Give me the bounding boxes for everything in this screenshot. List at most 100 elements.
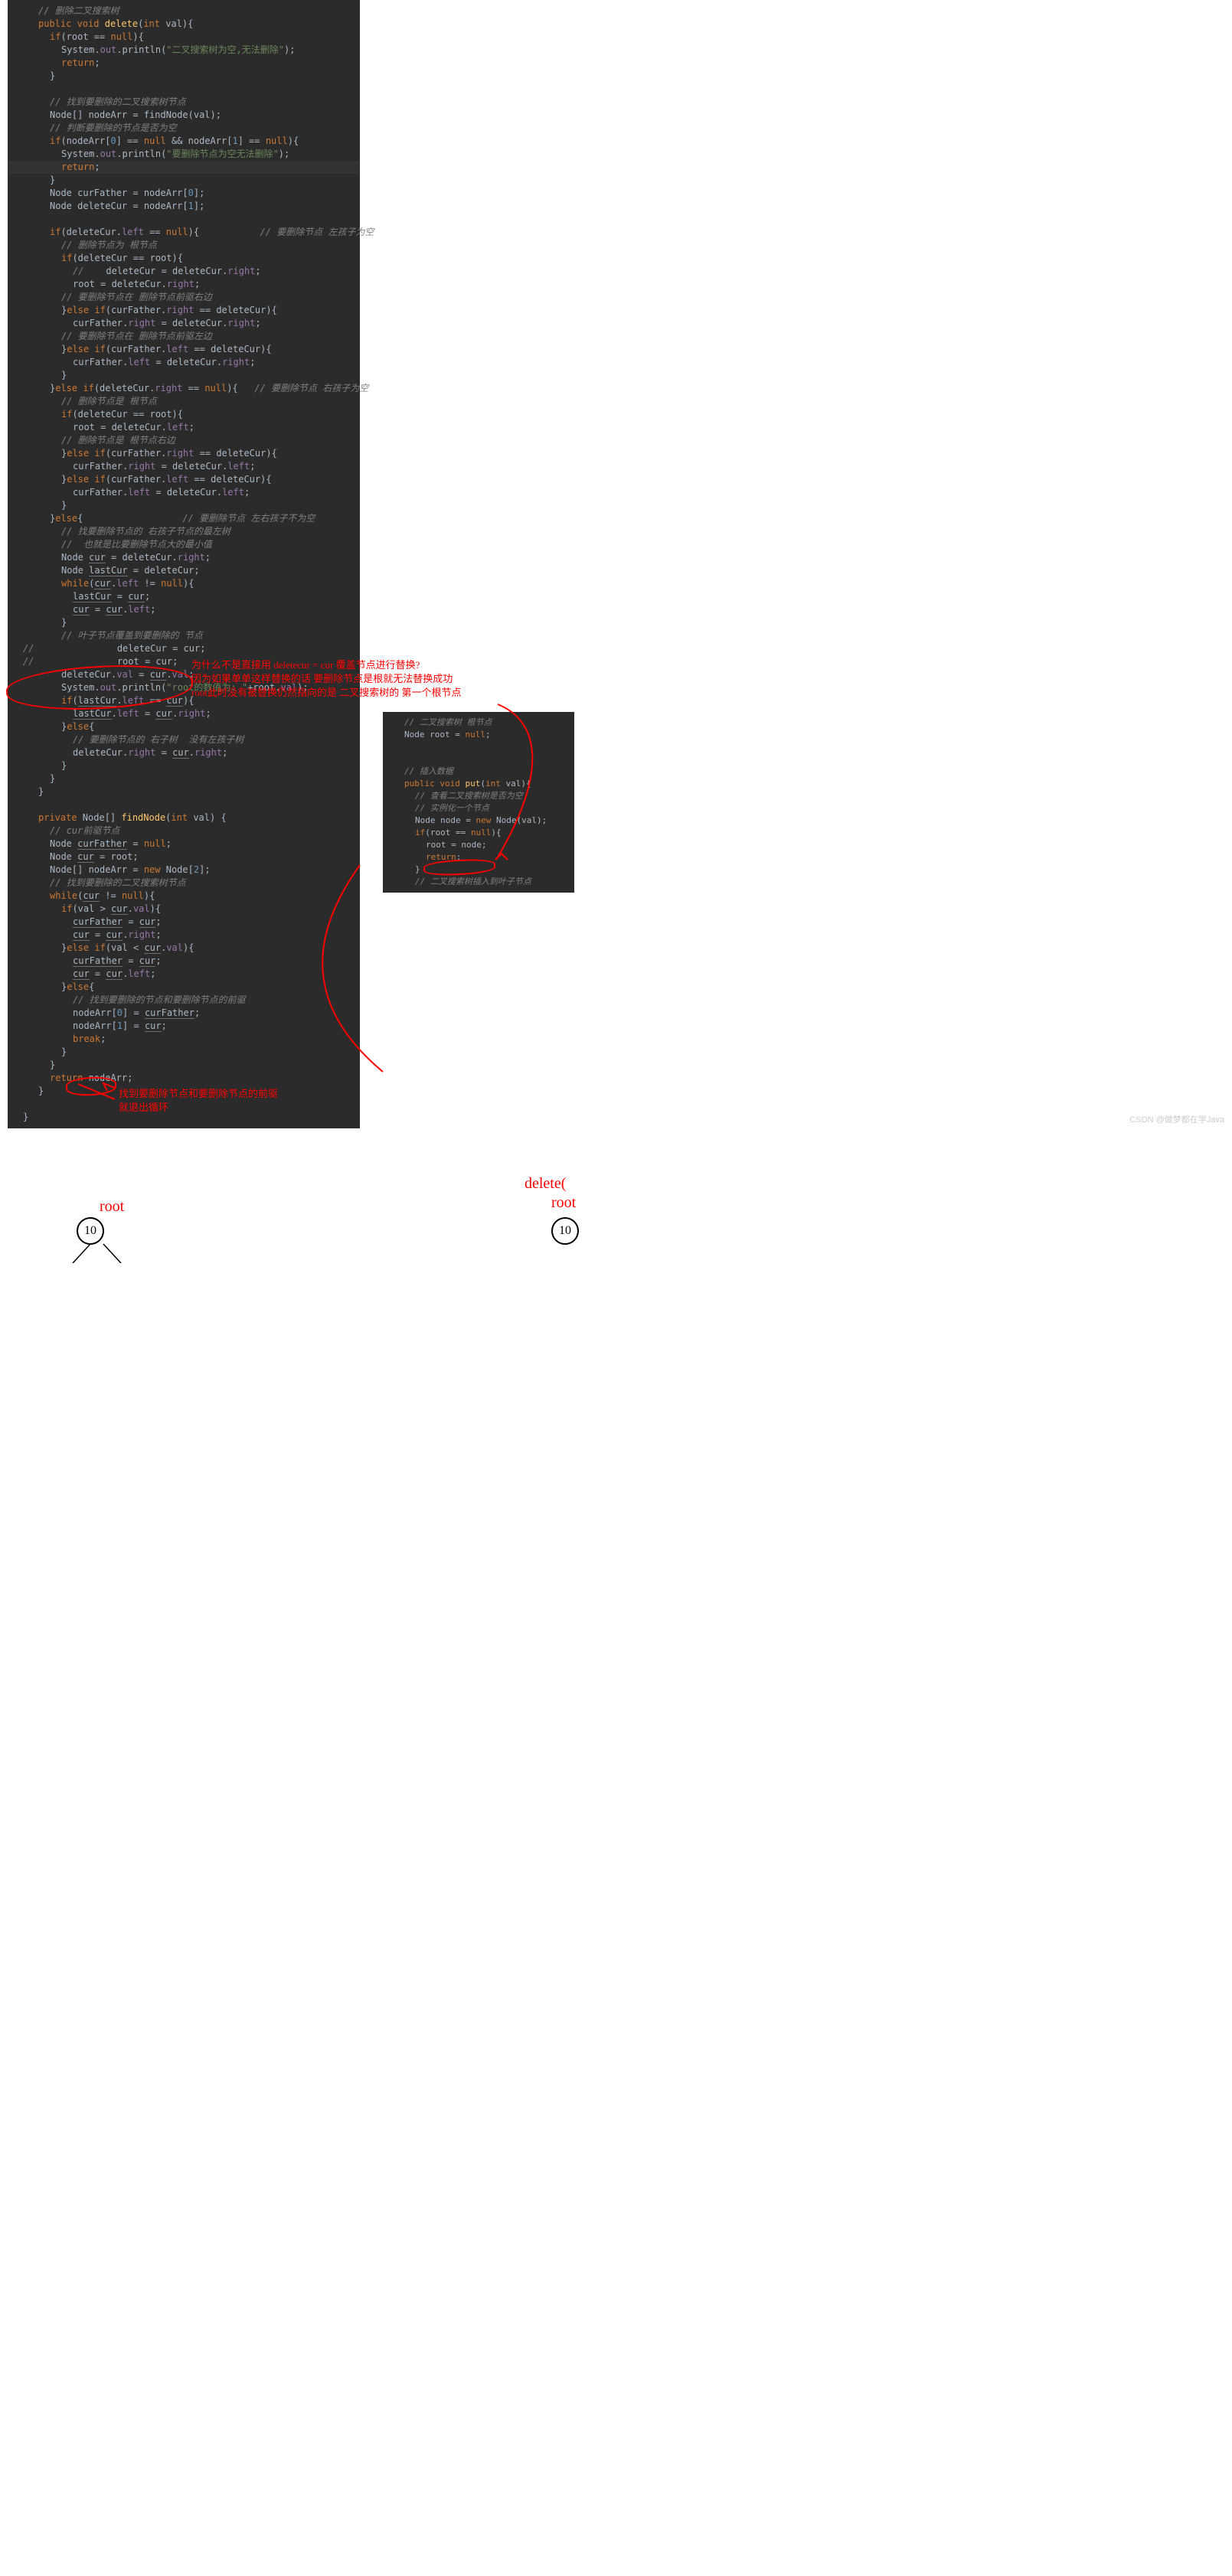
root-label: root (100, 1198, 124, 1216)
code-line: while(cur != null){ (8, 890, 360, 903)
code-line: // 删除节点是 根节点 (8, 395, 360, 408)
code-line: // 插入数据 (383, 766, 574, 778)
code-line: } (8, 785, 360, 798)
code-line: curFather = cur; (8, 916, 360, 929)
code-line: // 删除节点是 根节点右边 (8, 434, 360, 447)
code-line: // 叶子节点覆盖到要删除的 节点 (8, 629, 360, 642)
code-line: return; (383, 851, 574, 864)
code-line: curFather.right = deleteCur.right; (8, 317, 360, 330)
code-line: root = deleteCur.right; (8, 278, 360, 291)
code-line (8, 798, 360, 811)
code-line: // 删除节点为 根节点 (8, 239, 360, 252)
code-line: } (8, 174, 360, 187)
code-line: if(deleteCur.left == null){ // 要删除节点 左孩子… (8, 226, 360, 239)
code-line: cur = cur.left; (8, 968, 360, 981)
code-line: Node[] nodeArr = new Node[2]; (8, 864, 360, 877)
code-line: // cur前驱节点 (8, 824, 360, 837)
code-line: // 二叉搜索树插入到叶子节点 (383, 876, 574, 888)
code-line: } (8, 1046, 360, 1059)
code-line: cur = cur.right; (8, 929, 360, 942)
code-line: deleteCur.right = cur.right; (8, 746, 360, 759)
code-line: // 找到要删除的二叉搜索树节点 (8, 96, 360, 109)
code-line: // 找到要删除的二叉搜索树节点 (8, 877, 360, 890)
code-line: } (8, 70, 360, 83)
code-line: }else if(curFather.right == deleteCur){ (8, 447, 360, 460)
code-line: public void put(int val){ (383, 778, 574, 790)
annotation-line: 就退出循环 (119, 1101, 379, 1115)
code-line: } (8, 1059, 360, 1072)
code-line: } (8, 772, 360, 785)
annotation-line: root此时没有被替换仍然指向的是 二叉搜索树的 第一个根节点 (191, 686, 559, 700)
code-line: System.out.println("二叉搜索树为空,无法删除"); (8, 44, 360, 57)
code-line: curFather.left = deleteCur.right; (8, 356, 360, 369)
code-line: } (8, 759, 360, 772)
code-line: public void delete(int val){ (8, 18, 360, 31)
code-line: }else{ (8, 981, 360, 994)
code-line: root = deleteCur.left; (8, 421, 360, 434)
delete-label: delete( (524, 1175, 566, 1193)
watermark: CSDN @做梦都在学Java (1129, 1113, 1224, 1125)
code-line: }else{ (8, 720, 360, 733)
code-line (383, 753, 574, 766)
code-line: }else{ // 要删除节点 左右孩子不为空 (8, 512, 360, 525)
tree-node: 10 (551, 1217, 579, 1245)
annotation-line: 因为如果单单这样替换的话 要删除节点是根就无法替换成功 (191, 672, 559, 686)
code-line: Node lastCur = deleteCur; (8, 564, 360, 577)
side-code-editor[interactable]: // 二叉搜索树 根节点 Node root = null; // 插入数据 p… (383, 712, 574, 893)
code-line: return; (8, 161, 360, 174)
code-line: // deleteCur = deleteCur.right; (8, 265, 360, 278)
code-line: curFather = cur; (8, 955, 360, 968)
code-line: Node root = null; (383, 729, 574, 741)
code-line (8, 213, 360, 226)
code-line: } (8, 369, 360, 382)
code-line: private Node[] findNode(int val) { (8, 811, 360, 824)
code-line: } (8, 616, 360, 629)
main-code-editor[interactable]: // 删除二叉搜索树 public void delete(int val){ … (8, 0, 360, 1128)
code-line: }else if(deleteCur.right == null){ // 要删… (8, 382, 360, 395)
code-line: }else if(curFather.right == deleteCur){ (8, 304, 360, 317)
code-line: if(deleteCur == root){ (8, 252, 360, 265)
code-line: Node node = new Node(val); (383, 815, 574, 827)
root-label: root (551, 1194, 576, 1212)
code-line: Node cur = deleteCur.right; (8, 551, 360, 564)
code-line: while(cur.left != null){ (8, 577, 360, 590)
code-line: Node cur = root; (8, 851, 360, 864)
code-line: System.out.println("要删除节点为空无法删除"); (8, 148, 360, 161)
annotation-line: 为什么不是直接用 deletecur = cur 覆盖节点进行替换? (191, 658, 559, 672)
code-line: nodeArr[1] = cur; (8, 1020, 360, 1033)
code-line: if(root == null){ (8, 31, 360, 44)
annotation-line: 找到要删除节点和要删除节点的前驱 (119, 1087, 379, 1101)
code-line: // 二叉搜索树 根节点 (383, 717, 574, 729)
code-line: }else if(curFather.left == deleteCur){ (8, 343, 360, 356)
code-line: }else if(curFather.left == deleteCur){ (8, 473, 360, 486)
code-line: Node curFather = null; (8, 837, 360, 851)
code-line: Node[] nodeArr = findNode(val); (8, 109, 360, 122)
code-line: nodeArr[0] = curFather; (8, 1007, 360, 1020)
code-line: if(nodeArr[0] == null && nodeArr[1] == n… (8, 135, 360, 148)
code-line: Node deleteCur = nodeArr[1]; (8, 200, 360, 213)
code-line: lastCur.left = cur.right; (8, 707, 360, 720)
code-line: root = node; (383, 839, 574, 851)
code-line: lastCur = cur; (8, 590, 360, 603)
code-line: cur = cur.left; (8, 603, 360, 616)
code-line: // 要删除节点在 删除节点前驱右边 (8, 291, 360, 304)
code-line: curFather.right = deleteCur.left; (8, 460, 360, 473)
code-line: if(deleteCur == root){ (8, 408, 360, 421)
code-line: if(root == null){ (383, 827, 574, 839)
code-line (383, 741, 574, 753)
tree-node: 10 (77, 1217, 104, 1245)
code-line: } (383, 864, 574, 876)
code-line: // deleteCur = cur; (8, 642, 360, 655)
code-line: curFather.left = deleteCur.left; (8, 486, 360, 499)
code-line: }else if(val < cur.val){ (8, 942, 360, 955)
code-line: // 删除二叉搜索树 (8, 5, 360, 18)
code-line: // 找到要删除的节点和要删除节点的前驱 (8, 994, 360, 1007)
code-line: Node curFather = nodeArr[0]; (8, 187, 360, 200)
code-line: // 要删除节点在 删除节点前驱左边 (8, 330, 360, 343)
code-line: // 也就是比要删除节点大的最小值 (8, 538, 360, 551)
annotation-why-not-cur: 为什么不是直接用 deletecur = cur 覆盖节点进行替换? 因为如果单… (191, 658, 559, 700)
code-line: // 实例化一个节点 (383, 802, 574, 815)
code-line: // 判断要删除的节点是否为空 (8, 122, 360, 135)
code-line: return nodeArr; (8, 1072, 360, 1085)
code-line: // 要删除节点的 右子树 没有左孩子树 (8, 733, 360, 746)
